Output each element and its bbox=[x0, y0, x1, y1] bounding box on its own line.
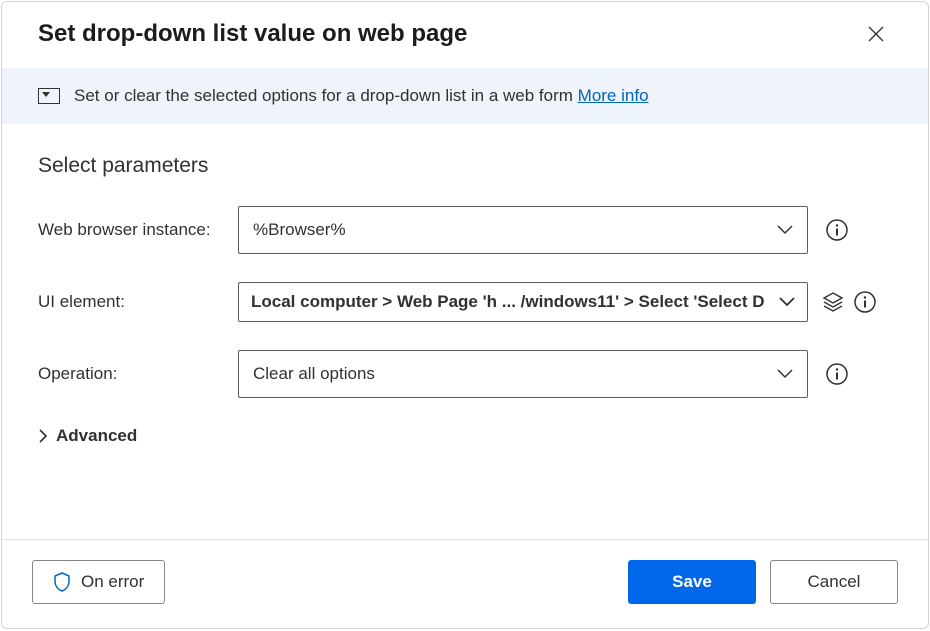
chevron-down-icon bbox=[779, 297, 795, 307]
description-text-content: Set or clear the selected options for a … bbox=[74, 86, 578, 105]
description-band: Set or clear the selected options for a … bbox=[2, 68, 928, 124]
dialog-header: Set drop-down list value on web page bbox=[2, 2, 928, 68]
shield-icon bbox=[53, 572, 71, 592]
operation-info-button[interactable] bbox=[826, 363, 848, 385]
section-title: Select parameters bbox=[38, 154, 892, 178]
ui-element-picker-button[interactable] bbox=[822, 291, 844, 313]
browser-info-button[interactable] bbox=[826, 219, 848, 241]
chevron-down-icon bbox=[777, 225, 793, 235]
more-info-link[interactable]: More info bbox=[578, 86, 649, 105]
close-button[interactable] bbox=[860, 18, 892, 50]
dialog: Set drop-down list value on web page Set… bbox=[1, 1, 929, 629]
browser-value: %Browser% bbox=[253, 220, 346, 240]
operation-label: Operation: bbox=[38, 364, 238, 384]
cancel-button[interactable]: Cancel bbox=[770, 560, 898, 604]
ui-element-label: UI element: bbox=[38, 292, 238, 312]
ui-element-right-icons bbox=[822, 291, 876, 313]
dialog-footer: On error Save Cancel bbox=[2, 539, 928, 628]
info-icon bbox=[826, 363, 848, 385]
advanced-toggle[interactable]: Advanced bbox=[38, 426, 892, 446]
on-error-button[interactable]: On error bbox=[32, 560, 165, 604]
row-operation: Operation: Clear all options bbox=[38, 350, 892, 398]
dialog-body: Select parameters Web browser instance: … bbox=[2, 124, 928, 539]
save-label: Save bbox=[672, 572, 712, 592]
info-icon bbox=[854, 291, 876, 313]
info-icon bbox=[826, 219, 848, 241]
dropdown-icon bbox=[38, 88, 60, 104]
browser-right-icons bbox=[826, 219, 848, 241]
browser-label: Web browser instance: bbox=[38, 220, 238, 240]
browser-dropdown[interactable]: %Browser% bbox=[238, 206, 808, 254]
description-text: Set or clear the selected options for a … bbox=[74, 86, 649, 106]
close-icon bbox=[868, 26, 884, 42]
row-browser: Web browser instance: %Browser% bbox=[38, 206, 892, 254]
ui-element-info-button[interactable] bbox=[854, 291, 876, 313]
on-error-label: On error bbox=[81, 572, 144, 592]
layers-icon bbox=[822, 291, 844, 313]
chevron-down-icon bbox=[777, 369, 793, 379]
save-button[interactable]: Save bbox=[628, 560, 756, 604]
ui-element-dropdown[interactable]: Local computer > Web Page 'h ... /window… bbox=[238, 282, 808, 322]
operation-value: Clear all options bbox=[253, 364, 375, 384]
cancel-label: Cancel bbox=[808, 572, 861, 592]
chevron-right-icon bbox=[38, 429, 48, 443]
row-ui-element: UI element: Local computer > Web Page 'h… bbox=[38, 282, 892, 322]
advanced-label: Advanced bbox=[56, 426, 137, 446]
dialog-title: Set drop-down list value on web page bbox=[38, 20, 467, 48]
ui-element-value: Local computer > Web Page 'h ... /window… bbox=[251, 292, 764, 312]
footer-right: Save Cancel bbox=[628, 560, 898, 604]
operation-right-icons bbox=[826, 363, 848, 385]
operation-dropdown[interactable]: Clear all options bbox=[238, 350, 808, 398]
